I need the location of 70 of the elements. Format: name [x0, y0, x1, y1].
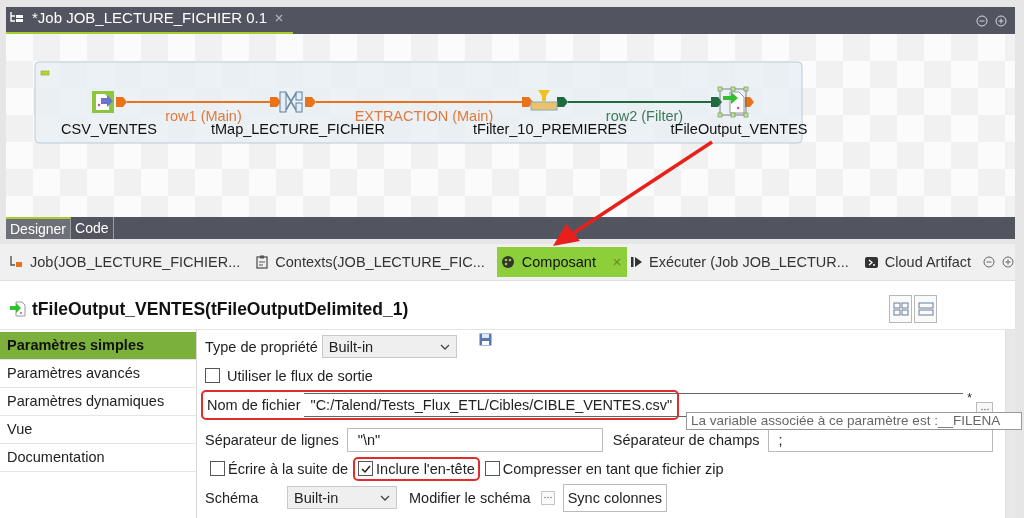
cloud-artifact-icon: [864, 256, 878, 268]
chevron-down-icon: [439, 343, 450, 350]
job-icon: [10, 256, 23, 268]
chevron-down-icon: [380, 494, 390, 501]
run-icon: [630, 256, 642, 268]
checkbox-label: Inclure l'en-tête: [376, 460, 475, 477]
field-label: Nom de fichier: [207, 397, 301, 413]
connection-line[interactable]: [305, 97, 533, 107]
ellipsis-icon: [543, 496, 552, 499]
field-label: Séparateur de lignes: [205, 431, 339, 448]
palette-icon: [500, 255, 515, 269]
checkbox[interactable]: [484, 461, 500, 476]
tooltip: La variable associée à ce paramètre est :__FILENA: [686, 412, 1022, 430]
scrollbar[interactable]: [1005, 330, 1015, 518]
selection-handles[interactable]: [717, 86, 749, 118]
checkbox-label: Écrire à la suite de: [228, 460, 349, 477]
view-tab[interactable]: Designer: [6, 217, 72, 239]
schema-dropdown[interactable]: Built-in: [287, 486, 397, 509]
field-label: Schéma: [205, 489, 260, 506]
file-output-icon: [10, 301, 26, 317]
file-input-icon[interactable]: [92, 91, 114, 113]
editor-title: *Job JOB_LECTURE_FICHIER 0.1: [32, 9, 268, 26]
sidebar-item[interactable]: Paramètres avancés: [0, 360, 196, 388]
property-tab[interactable]: Job(JOB_LECTURE_FICHIER...: [6, 247, 253, 277]
connection-line[interactable]: [557, 97, 722, 107]
property-type-dropdown[interactable]: Built-in: [321, 335, 457, 358]
clipboard-icon: [256, 255, 269, 269]
node-label: CSV_VENTES: [61, 121, 157, 137]
field-label: Modifier le schéma: [409, 489, 531, 506]
maximize-icon[interactable]: [1002, 256, 1015, 268]
close-icon[interactable]: [275, 13, 284, 22]
sync-columns-button[interactable]: Sync colonnes: [562, 483, 667, 512]
field-label: Séparateur de champs: [612, 431, 760, 448]
sidebar-item[interactable]: Paramètres dynamiques: [0, 388, 196, 416]
checkbox[interactable]: [205, 368, 220, 383]
grid-icon: [892, 302, 909, 316]
checkbox[interactable]: [358, 461, 374, 476]
job-icon: [10, 11, 24, 24]
minimize-icon[interactable]: [983, 256, 996, 268]
component-title: tFileOutput_VENTES(tFileOutputDelimited_1): [32, 298, 409, 320]
file-output-icon[interactable]: [723, 91, 754, 114]
connection-label: EXTRACTION (Main): [354, 108, 494, 124]
checkbox-label: Compresser en tant que fichier zip: [502, 460, 724, 477]
sidebar-item[interactable]: Documentation: [0, 444, 196, 472]
sidebar-item[interactable]: Vue: [0, 416, 196, 444]
file-name-field[interactable]: "C:/Talend/Tests_Flux_ETL/Cibles/CIBLE_VENTES.csv": [304, 393, 964, 417]
field-label: Type de propriété: [205, 338, 318, 355]
view-tab[interactable]: Code: [71, 217, 114, 239]
property-tab[interactable]: Cloud Artifact: [860, 247, 984, 277]
property-tab[interactable]: Composant: [496, 247, 627, 277]
edit-schema-button[interactable]: [540, 490, 555, 505]
required-mark: *: [967, 391, 972, 405]
rows-icon: [917, 302, 934, 316]
ellipsis-icon: [980, 407, 989, 411]
property-tab[interactable]: Contexts(JOB_LECTURE_FIC...: [252, 247, 497, 277]
connection-label: row2 (Filter): [605, 108, 684, 124]
layout-grid-button[interactable]: [889, 295, 912, 323]
connection-line[interactable]: [116, 97, 281, 107]
filter-icon[interactable]: [530, 90, 558, 111]
property-tab[interactable]: Exécuter (Job JOB_LECTUR...: [626, 247, 861, 277]
layout-rows-button[interactable]: [914, 295, 937, 323]
close-icon[interactable]: [612, 258, 621, 266]
save-icon[interactable]: [478, 333, 492, 346]
connection-label: row1 (Main): [165, 108, 242, 124]
checkbox[interactable]: [210, 461, 225, 476]
sidebar-item[interactable]: Paramètres simples: [0, 332, 196, 360]
collapse-icon[interactable]: [40, 70, 50, 76]
checkbox-label: Utiliser le flux de sortie: [227, 367, 373, 384]
mapper-icon[interactable]: [279, 91, 303, 113]
row-separator-field[interactable]: "\n": [346, 427, 603, 452]
